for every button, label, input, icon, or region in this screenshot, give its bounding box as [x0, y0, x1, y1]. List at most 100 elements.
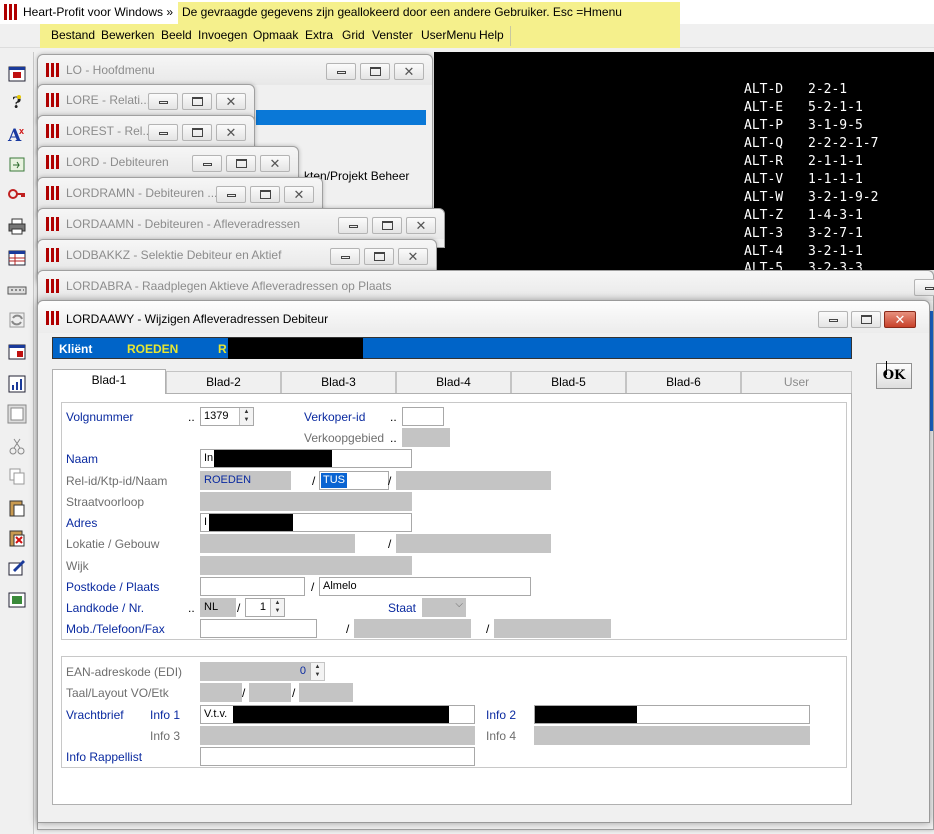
grid-window-icon[interactable]: [7, 248, 27, 268]
minimize-button[interactable]: [818, 311, 848, 328]
maximize-button[interactable]: [364, 248, 394, 265]
delete-icon[interactable]: [7, 528, 27, 548]
plaats-input[interactable]: Almelo: [319, 577, 531, 596]
terminal-key: ALT-Q: [744, 136, 784, 151]
landkode-label: Landkode / Nr.: [66, 601, 145, 615]
minimize-button[interactable]: [914, 279, 934, 296]
verkoper-input[interactable]: [402, 407, 444, 426]
copy-icon[interactable]: [7, 466, 27, 486]
maximize-button[interactable]: [226, 155, 256, 172]
minimize-button[interactable]: [326, 63, 356, 80]
menu-extra[interactable]: Extra: [305, 28, 333, 42]
straatvoorloop-input[interactable]: [200, 492, 412, 511]
lokatie-input[interactable]: [200, 534, 355, 553]
close-button[interactable]: ✕: [284, 186, 314, 203]
telefoon-input[interactable]: [354, 619, 471, 638]
window-exit-icon[interactable]: [7, 64, 27, 84]
landkode-nr-stepper[interactable]: 1 ▲ ▼: [245, 598, 285, 617]
close-button[interactable]: ✕: [398, 248, 428, 265]
minimize-button[interactable]: [216, 186, 246, 203]
layout-etk-input[interactable]: [299, 683, 353, 702]
fax-input[interactable]: [494, 619, 611, 638]
close-button[interactable]: ✕: [406, 217, 436, 234]
ean-stepper[interactable]: 0 ▲ ▼: [200, 662, 325, 681]
maximize-button[interactable]: [851, 311, 881, 328]
rappellist-input[interactable]: [200, 747, 475, 766]
minimize-button[interactable]: [148, 124, 178, 141]
panel-icon[interactable]: [7, 404, 27, 424]
refresh-icon[interactable]: [7, 310, 27, 330]
chart-icon[interactable]: [7, 374, 27, 394]
mob-input[interactable]: [200, 619, 317, 638]
edit-icon[interactable]: [7, 558, 27, 578]
tab-user[interactable]: User: [741, 371, 852, 393]
minimize-icon: [349, 225, 358, 228]
spellcheck-icon[interactable]: Ax: [7, 124, 27, 144]
verkoopgebied-input[interactable]: [402, 428, 450, 447]
maximize-button[interactable]: [372, 217, 402, 234]
menu-opmaak[interactable]: Opmaak: [253, 28, 298, 42]
info3-input[interactable]: [200, 726, 475, 745]
tab-blad-6[interactable]: Blad-6: [626, 371, 741, 393]
info2-input[interactable]: [534, 705, 810, 724]
import-icon[interactable]: [7, 154, 27, 174]
maximize-button[interactable]: [360, 63, 390, 80]
info4-input[interactable]: [534, 726, 810, 745]
print-icon[interactable]: [7, 216, 27, 236]
relid-name-input[interactable]: [396, 471, 551, 490]
menu-usermenu[interactable]: UserMenu: [421, 28, 476, 42]
close-button[interactable]: ✕: [394, 63, 424, 80]
tab-blad-3[interactable]: Blad-3: [281, 371, 396, 393]
tab-blad-2[interactable]: Blad-2: [166, 371, 281, 393]
menu-venster[interactable]: Venster: [372, 28, 413, 42]
info1-input[interactable]: V.t.v.: [200, 705, 475, 724]
help-icon[interactable]: ?: [7, 92, 27, 112]
relid-input[interactable]: ROEDEN: [200, 471, 291, 490]
minimize-button[interactable]: [192, 155, 222, 172]
close-button[interactable]: ✕: [260, 155, 290, 172]
tab-blad-5[interactable]: Blad-5: [511, 371, 626, 393]
postkode-input[interactable]: [200, 577, 305, 596]
close-button[interactable]: ✕: [884, 311, 916, 328]
image-icon[interactable]: [7, 590, 27, 610]
minimize-button[interactable]: [338, 217, 368, 234]
gebouw-input[interactable]: [396, 534, 551, 553]
maximize-button[interactable]: [250, 186, 280, 203]
stepper-arrows-icon[interactable]: ▲ ▼: [270, 599, 284, 616]
menu-help[interactable]: Help: [479, 28, 504, 42]
menu-bestand[interactable]: Bestand: [51, 28, 95, 42]
wijk-input[interactable]: [200, 556, 412, 575]
minimize-button[interactable]: [330, 248, 360, 265]
staat-select[interactable]: ⌵: [422, 598, 466, 617]
adres-input[interactable]: I: [200, 513, 412, 532]
keyboard-icon[interactable]: [7, 280, 27, 300]
tab-blad-1[interactable]: Blad-1: [52, 369, 166, 394]
landkode-input[interactable]: NL: [200, 598, 236, 617]
key-icon[interactable]: [7, 184, 27, 204]
ktp-input[interactable]: TUS: [319, 471, 389, 490]
menu-beeld[interactable]: Beeld: [161, 28, 192, 42]
close-button[interactable]: ✕: [216, 93, 246, 110]
tab-blad-4[interactable]: Blad-4: [396, 371, 511, 393]
minimize-button[interactable]: [148, 93, 178, 110]
paste-icon[interactable]: [7, 498, 27, 518]
cut-icon[interactable]: [7, 436, 27, 456]
volgnummer-stepper[interactable]: 1379 ▲ ▼: [200, 407, 254, 426]
naam-input[interactable]: In: [200, 449, 412, 468]
ok-button[interactable]: OK: [876, 363, 912, 389]
menu-bewerken[interactable]: Bewerken: [101, 28, 154, 42]
verkoper-label: Verkoper-id: [304, 410, 366, 424]
maximize-button[interactable]: [182, 124, 212, 141]
close-button[interactable]: ✕: [216, 124, 246, 141]
layout-vo-input[interactable]: [249, 683, 291, 702]
stepper-arrows-icon[interactable]: ▲ ▼: [239, 408, 253, 425]
menu-invoegen[interactable]: Invoegen: [198, 28, 247, 42]
selected-menu-row[interactable]: [256, 110, 426, 125]
stepper-arrows-icon[interactable]: ▲ ▼: [310, 663, 324, 680]
record-window-icon[interactable]: [7, 342, 27, 362]
taal-input[interactable]: [200, 683, 242, 702]
client-value: ROEDEN: [127, 342, 179, 356]
dialog-lordaawy[interactable]: LORDAAWY - Wijzigen Afleveradressen Debi…: [37, 300, 930, 823]
menu-grid[interactable]: Grid: [342, 28, 365, 42]
maximize-button[interactable]: [182, 93, 212, 110]
